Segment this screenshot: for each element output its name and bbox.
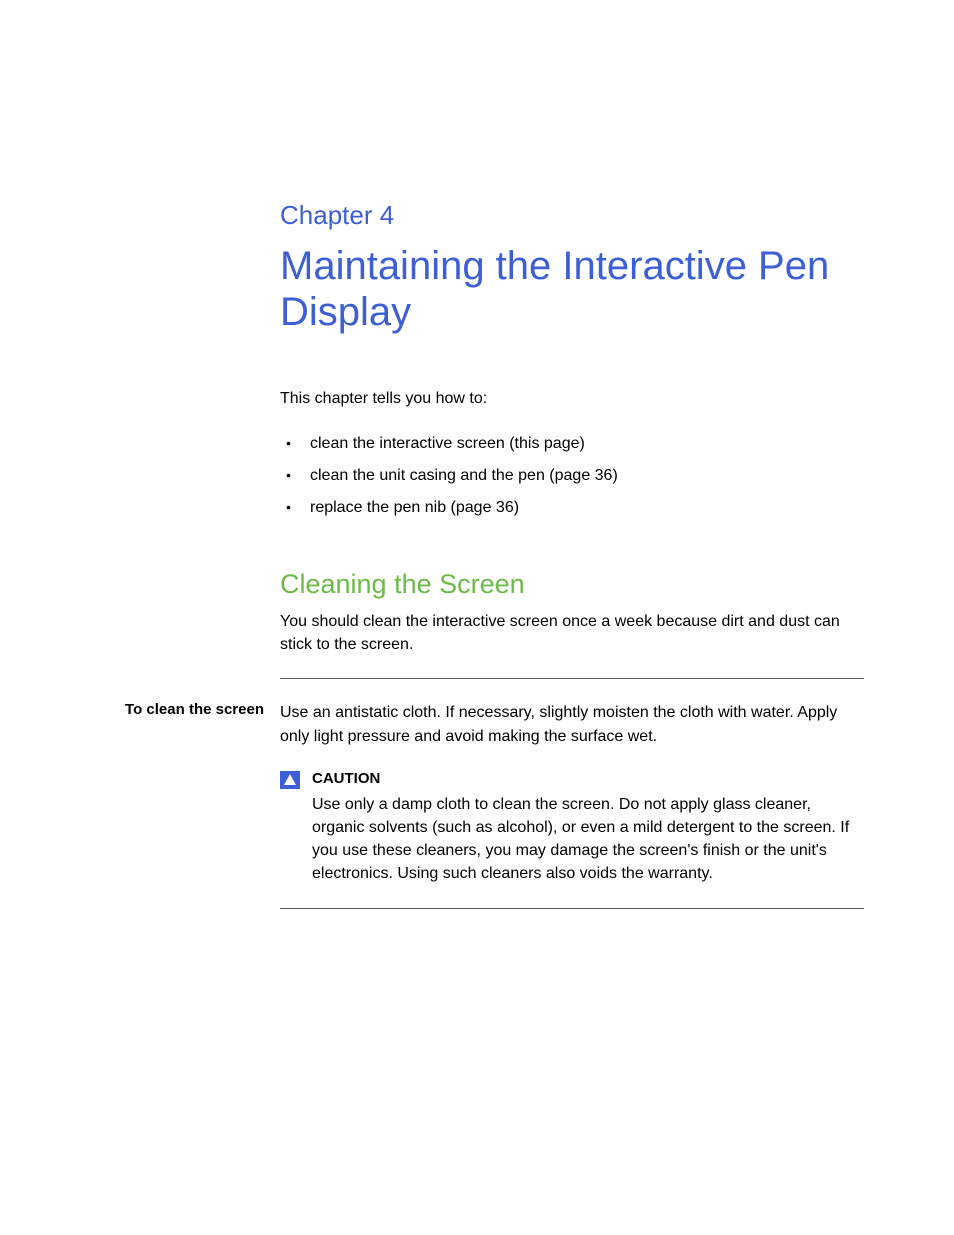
caution-label: CAUTION: [312, 770, 864, 787]
bullet-list: clean the interactive screen (this page)…: [280, 428, 864, 524]
caution-icon: [280, 771, 300, 789]
intro-text: This chapter tells you how to:: [280, 390, 864, 408]
procedure-text: Use an antistatic cloth. If necessary, s…: [280, 701, 864, 747]
procedure-label: To clean the screen: [100, 701, 280, 747]
chapter-title: Maintaining the Interactive Pen Display: [280, 243, 864, 335]
list-item: clean the interactive screen (this page): [280, 428, 864, 460]
section-heading: Cleaning the Screen: [280, 569, 864, 600]
list-item: clean the unit casing and the pen (page …: [280, 460, 864, 492]
divider: [280, 908, 864, 909]
caution-text: Use only a damp cloth to clean the scree…: [312, 793, 864, 886]
chapter-label: Chapter 4: [280, 200, 864, 231]
caution-block: CAUTION Use only a damp cloth to clean t…: [280, 770, 864, 886]
divider: [280, 678, 864, 679]
list-item: replace the pen nib (page 36): [280, 492, 864, 524]
section-intro-text: You should clean the interactive screen …: [280, 610, 864, 656]
